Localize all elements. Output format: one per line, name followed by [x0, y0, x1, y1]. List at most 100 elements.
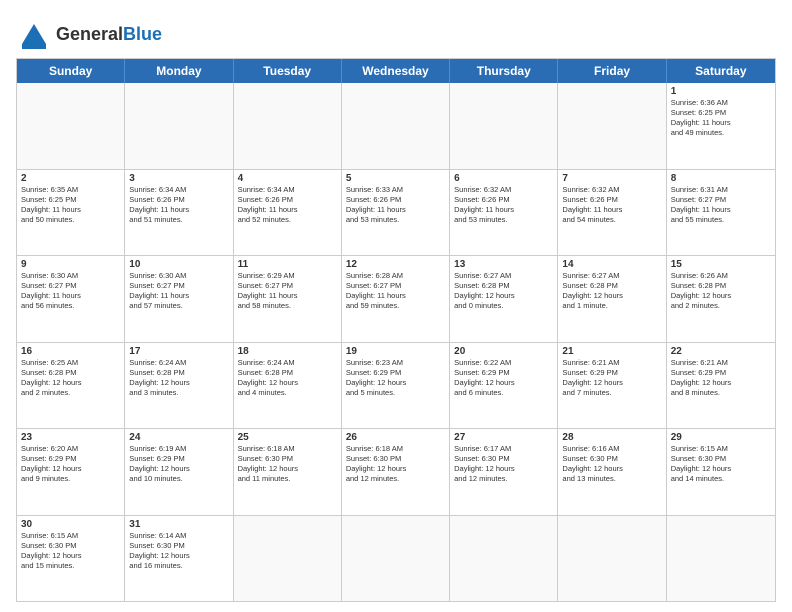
day-info: Sunrise: 6:32 AM Sunset: 6:26 PM Dayligh… — [454, 185, 553, 226]
calendar-cell: 24Sunrise: 6:19 AM Sunset: 6:29 PM Dayli… — [125, 429, 233, 515]
day-info: Sunrise: 6:19 AM Sunset: 6:29 PM Dayligh… — [129, 444, 228, 485]
calendar-row-4: 23Sunrise: 6:20 AM Sunset: 6:29 PM Dayli… — [17, 428, 775, 515]
calendar-cell: 4Sunrise: 6:34 AM Sunset: 6:26 PM Daylig… — [234, 170, 342, 256]
weekday-header-friday: Friday — [558, 59, 666, 83]
weekday-header-saturday: Saturday — [667, 59, 775, 83]
calendar-cell: 1Sunrise: 6:36 AM Sunset: 6:25 PM Daylig… — [667, 83, 775, 169]
day-info: Sunrise: 6:34 AM Sunset: 6:26 PM Dayligh… — [238, 185, 337, 226]
day-info: Sunrise: 6:22 AM Sunset: 6:29 PM Dayligh… — [454, 358, 553, 399]
calendar-cell: 31Sunrise: 6:14 AM Sunset: 6:30 PM Dayli… — [125, 516, 233, 602]
day-info: Sunrise: 6:27 AM Sunset: 6:28 PM Dayligh… — [454, 271, 553, 312]
calendar-cell: 10Sunrise: 6:30 AM Sunset: 6:27 PM Dayli… — [125, 256, 233, 342]
day-number: 3 — [129, 173, 228, 184]
calendar-cell — [667, 516, 775, 602]
calendar-cell — [342, 83, 450, 169]
calendar-cell — [234, 83, 342, 169]
calendar-cell: 29Sunrise: 6:15 AM Sunset: 6:30 PM Dayli… — [667, 429, 775, 515]
calendar-cell: 12Sunrise: 6:28 AM Sunset: 6:27 PM Dayli… — [342, 256, 450, 342]
calendar-cell — [558, 516, 666, 602]
day-info: Sunrise: 6:30 AM Sunset: 6:27 PM Dayligh… — [129, 271, 228, 312]
day-info: Sunrise: 6:21 AM Sunset: 6:29 PM Dayligh… — [562, 358, 661, 399]
calendar-cell — [342, 516, 450, 602]
calendar-cell: 14Sunrise: 6:27 AM Sunset: 6:28 PM Dayli… — [558, 256, 666, 342]
calendar-cell — [17, 83, 125, 169]
calendar-cell: 30Sunrise: 6:15 AM Sunset: 6:30 PM Dayli… — [17, 516, 125, 602]
weekday-header-tuesday: Tuesday — [234, 59, 342, 83]
day-number: 6 — [454, 173, 553, 184]
day-number: 26 — [346, 432, 445, 443]
calendar-body: 1Sunrise: 6:36 AM Sunset: 6:25 PM Daylig… — [17, 83, 775, 601]
calendar-row-0: 1Sunrise: 6:36 AM Sunset: 6:25 PM Daylig… — [17, 83, 775, 169]
logo-text: GeneralBlue — [56, 25, 162, 43]
day-info: Sunrise: 6:17 AM Sunset: 6:30 PM Dayligh… — [454, 444, 553, 485]
day-number: 24 — [129, 432, 228, 443]
day-info: Sunrise: 6:26 AM Sunset: 6:28 PM Dayligh… — [671, 271, 771, 312]
day-info: Sunrise: 6:35 AM Sunset: 6:25 PM Dayligh… — [21, 185, 120, 226]
day-number: 31 — [129, 519, 228, 530]
day-number: 21 — [562, 346, 661, 357]
calendar-cell: 13Sunrise: 6:27 AM Sunset: 6:28 PM Dayli… — [450, 256, 558, 342]
calendar-cell: 18Sunrise: 6:24 AM Sunset: 6:28 PM Dayli… — [234, 343, 342, 429]
calendar-cell: 3Sunrise: 6:34 AM Sunset: 6:26 PM Daylig… — [125, 170, 233, 256]
day-info: Sunrise: 6:21 AM Sunset: 6:29 PM Dayligh… — [671, 358, 771, 399]
calendar-row-2: 9 Sunrise: 6:30 AM Sunset: 6:27 PM Daylig… — [17, 255, 775, 342]
day-info: Sunrise: 6:29 AM Sunset: 6:27 PM Dayligh… — [238, 271, 337, 312]
day-number: 25 — [238, 432, 337, 443]
calendar-row-5: 30Sunrise: 6:15 AM Sunset: 6:30 PM Dayli… — [17, 515, 775, 602]
calendar-cell — [558, 83, 666, 169]
day-info: Sunrise: 6:20 AM Sunset: 6:29 PM Dayligh… — [21, 444, 120, 485]
day-number: 8 — [671, 173, 771, 184]
calendar-row-3: 16Sunrise: 6:25 AM Sunset: 6:28 PM Dayli… — [17, 342, 775, 429]
calendar-cell: 17Sunrise: 6:24 AM Sunset: 6:28 PM Dayli… — [125, 343, 233, 429]
calendar-cell — [125, 83, 233, 169]
header: GeneralBlue — [16, 16, 776, 52]
day-number: 14 — [562, 259, 661, 270]
day-number: 30 — [21, 519, 120, 530]
calendar-cell: 23Sunrise: 6:20 AM Sunset: 6:29 PM Dayli… — [17, 429, 125, 515]
day-number: 28 — [562, 432, 661, 443]
calendar-cell — [450, 516, 558, 602]
day-info: Sunrise: 6:16 AM Sunset: 6:30 PM Dayligh… — [562, 444, 661, 485]
calendar-cell: 2Sunrise: 6:35 AM Sunset: 6:25 PM Daylig… — [17, 170, 125, 256]
calendar-cell: 8Sunrise: 6:31 AM Sunset: 6:27 PM Daylig… — [667, 170, 775, 256]
day-number: 4 — [238, 173, 337, 184]
day-info: Sunrise: 6:36 AM Sunset: 6:25 PM Dayligh… — [671, 98, 771, 139]
day-number: 7 — [562, 173, 661, 184]
calendar-cell: 21Sunrise: 6:21 AM Sunset: 6:29 PM Dayli… — [558, 343, 666, 429]
day-number: 13 — [454, 259, 553, 270]
calendar-cell: 26Sunrise: 6:18 AM Sunset: 6:30 PM Dayli… — [342, 429, 450, 515]
day-number: 9 — [21, 259, 120, 270]
calendar-header: SundayMondayTuesdayWednesdayThursdayFrid… — [17, 59, 775, 83]
calendar-cell: 22Sunrise: 6:21 AM Sunset: 6:29 PM Dayli… — [667, 343, 775, 429]
logo: GeneralBlue — [16, 16, 162, 52]
day-info: Sunrise: 6:24 AM Sunset: 6:28 PM Dayligh… — [129, 358, 228, 399]
day-info: Sunrise: 6:18 AM Sunset: 6:30 PM Dayligh… — [346, 444, 445, 485]
day-number: 17 — [129, 346, 228, 357]
day-number: 2 — [21, 173, 120, 184]
calendar-cell — [450, 83, 558, 169]
day-number: 5 — [346, 173, 445, 184]
day-number: 12 — [346, 259, 445, 270]
calendar-cell: 9Sunrise: 6:30 AM Sunset: 6:27 PM Daylig… — [17, 256, 125, 342]
day-number: 18 — [238, 346, 337, 357]
day-info: Sunrise: 6:31 AM Sunset: 6:27 PM Dayligh… — [671, 185, 771, 226]
calendar-cell: 27Sunrise: 6:17 AM Sunset: 6:30 PM Dayli… — [450, 429, 558, 515]
day-info: Sunrise: 6:24 AM Sunset: 6:28 PM Dayligh… — [238, 358, 337, 399]
day-number: 10 — [129, 259, 228, 270]
weekday-header-wednesday: Wednesday — [342, 59, 450, 83]
calendar-cell: 16Sunrise: 6:25 AM Sunset: 6:28 PM Dayli… — [17, 343, 125, 429]
day-number: 23 — [21, 432, 120, 443]
day-info: Sunrise: 6:15 AM Sunset: 6:30 PM Dayligh… — [671, 444, 771, 485]
day-info: Sunrise: 6:15 AM Sunset: 6:30 PM Dayligh… — [21, 531, 120, 572]
day-number: 11 — [238, 259, 337, 270]
day-info: Sunrise: 6:34 AM Sunset: 6:26 PM Dayligh… — [129, 185, 228, 226]
calendar-cell: 11Sunrise: 6:29 AM Sunset: 6:27 PM Dayli… — [234, 256, 342, 342]
calendar-cell — [234, 516, 342, 602]
page: GeneralBlue SundayMondayTuesdayWednesday… — [0, 0, 792, 612]
day-info: Sunrise: 6:27 AM Sunset: 6:28 PM Dayligh… — [562, 271, 661, 312]
weekday-header-sunday: Sunday — [17, 59, 125, 83]
calendar-cell: 5Sunrise: 6:33 AM Sunset: 6:26 PM Daylig… — [342, 170, 450, 256]
day-number: 22 — [671, 346, 771, 357]
calendar-cell: 15Sunrise: 6:26 AM Sunset: 6:28 PM Dayli… — [667, 256, 775, 342]
calendar-cell: 20Sunrise: 6:22 AM Sunset: 6:29 PM Dayli… — [450, 343, 558, 429]
